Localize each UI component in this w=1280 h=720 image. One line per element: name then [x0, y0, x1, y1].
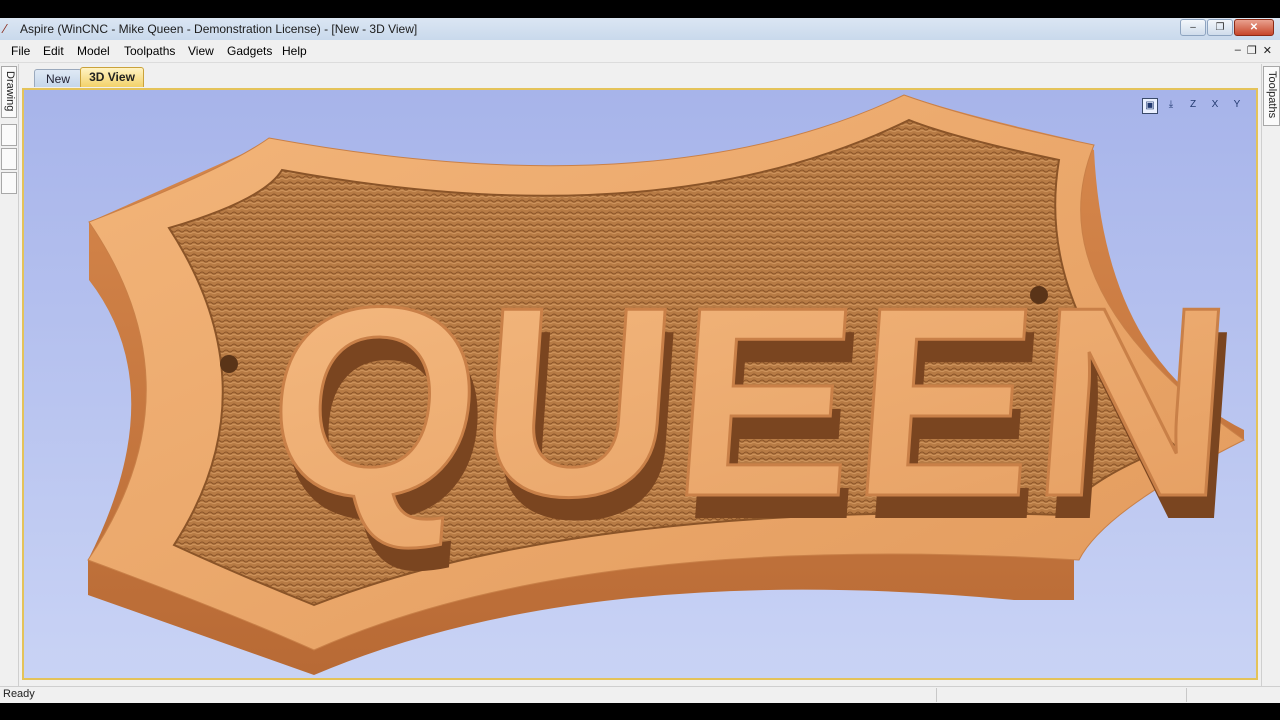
menu-edit[interactable]: Edit — [43, 44, 64, 58]
menu-help[interactable]: Help — [282, 44, 307, 58]
toolpaths-panel-strip: Toolpaths — [1261, 64, 1280, 694]
iso-view-icon[interactable]: ⤓ — [1162, 96, 1180, 114]
drawing-tab-label: Drawing — [4, 71, 16, 112]
menu-file[interactable]: File — [11, 44, 30, 58]
aspire-window: ⁄ Aspire (WinCNC - Mike Queen - Demonstr… — [0, 18, 1280, 703]
view-toolbar: ▣ ⤓ Z X Y — [1142, 96, 1246, 114]
mdi-restore-button[interactable]: ❐ — [1247, 44, 1257, 57]
menu-toolpaths[interactable]: Toolpaths — [124, 44, 175, 58]
drawing-tab[interactable]: Drawing — [1, 66, 17, 118]
mdi-controls: – ❐ ✕ — [1235, 44, 1272, 57]
status-text: Ready — [3, 688, 35, 700]
status-bar: Ready — [0, 686, 1280, 703]
menu-bar: File Edit Model Toolpaths View Gadgets H… — [0, 40, 1280, 63]
toolpaths-tab[interactable]: Toolpaths — [1263, 66, 1280, 126]
close-button[interactable]: ✕ — [1234, 19, 1274, 36]
panel-button-3[interactable] — [1, 172, 17, 194]
drawing-panel-strip: Drawing — [0, 64, 19, 694]
menu-gadgets[interactable]: Gadgets — [227, 44, 272, 58]
window-title: Aspire (WinCNC - Mike Queen - Demonstrat… — [20, 22, 418, 36]
panel-button-2[interactable] — [1, 148, 17, 170]
menu-model[interactable]: Model — [77, 44, 110, 58]
3d-viewport[interactable]: QUEEN QUEEN ▣ ⤓ Z X Y — [22, 88, 1258, 680]
view-y-icon[interactable]: Y — [1228, 96, 1246, 114]
aspire-app-icon: ⁄ — [4, 21, 7, 36]
maximize-button[interactable]: ❐ — [1207, 19, 1233, 36]
mount-hole-left — [220, 355, 238, 373]
tab-3d-view[interactable]: 3D View — [80, 67, 144, 87]
status-separator — [1186, 688, 1187, 702]
document-tabs: New 3D View — [22, 66, 1258, 89]
mdi-minimize-button[interactable]: – — [1235, 44, 1241, 57]
menu-view[interactable]: View — [188, 44, 214, 58]
status-separator — [936, 688, 937, 702]
title-bar: ⁄ Aspire (WinCNC - Mike Queen - Demonstr… — [0, 18, 1280, 41]
zoom-extents-icon[interactable]: ▣ — [1142, 98, 1158, 114]
carved-sign-render: QUEEN QUEEN — [24, 90, 1256, 678]
view-z-icon[interactable]: Z — [1184, 96, 1202, 114]
minimize-button[interactable]: – — [1180, 19, 1206, 36]
tab-new[interactable]: New — [34, 69, 82, 87]
toolpaths-tab-label: Toolpaths — [1266, 71, 1278, 119]
panel-pin-button[interactable] — [1, 124, 17, 146]
window-controls: – ❐ ✕ — [1179, 19, 1274, 37]
view-x-icon[interactable]: X — [1206, 96, 1224, 114]
letters-face: QUEEN — [260, 251, 1241, 553]
mdi-close-button[interactable]: ✕ — [1263, 44, 1272, 57]
carved-letters: QUEEN QUEEN — [258, 250, 1249, 576]
